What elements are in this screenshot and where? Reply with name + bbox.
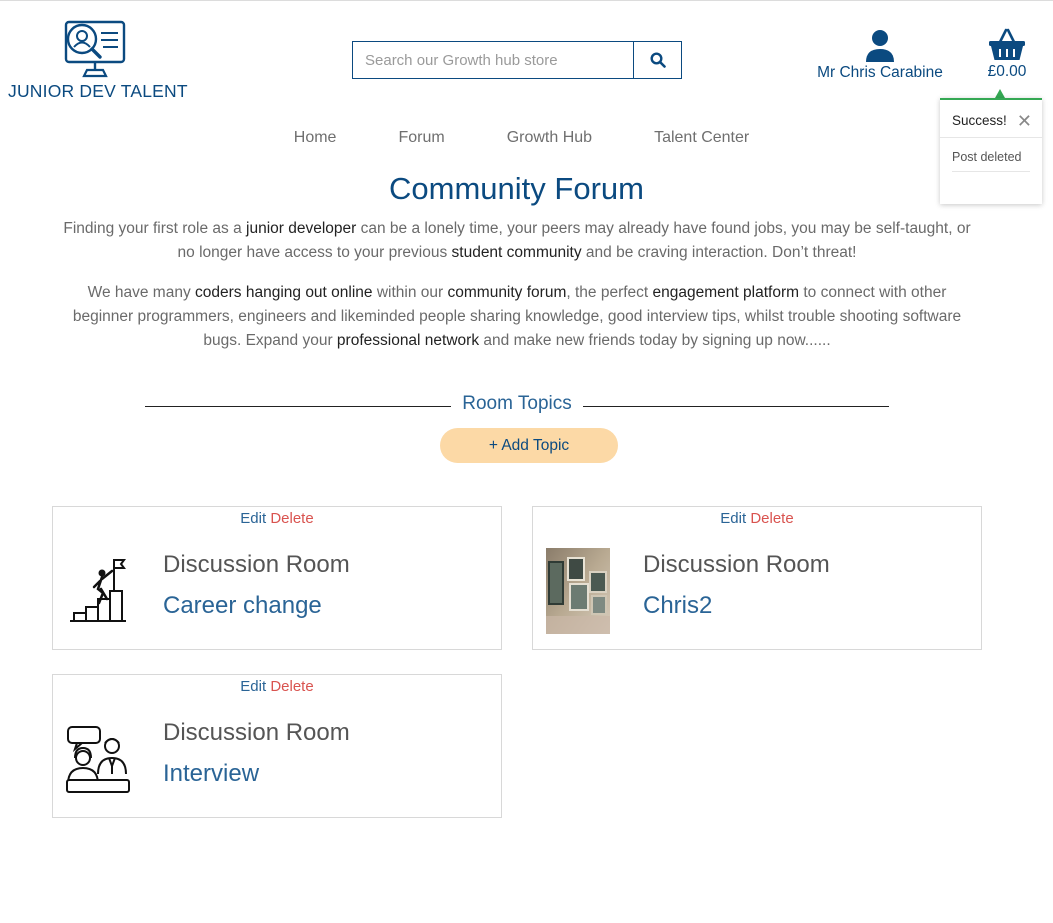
talent-search-icon [64, 20, 126, 78]
card-image [545, 548, 611, 634]
toast-title: Success! [952, 113, 1007, 128]
intro-highlight: coders hanging out online [195, 284, 373, 301]
career-climb-icon [70, 559, 126, 622]
interview-icon [66, 726, 130, 793]
main-nav: Home Forum Growth Hub Talent Center [0, 129, 1053, 147]
intro-highlight: junior developer [246, 220, 357, 237]
room-topic[interactable]: Interview [163, 760, 259, 788]
intro-text: within our [372, 284, 448, 301]
card-image [65, 717, 131, 801]
intro-highlight: student community [451, 244, 582, 261]
basket-link[interactable]: £0.00 [980, 28, 1034, 81]
room-card[interactable]: Edit Delete Discussion Room Interview [52, 674, 502, 818]
page-title: Community Forum [389, 171, 644, 206]
account-link[interactable]: Mr Chris Carabine [812, 29, 948, 82]
divider-line [145, 405, 452, 407]
card-actions: Edit Delete [53, 678, 501, 695]
site-logo[interactable]: JUNIOR DEV TALENT [8, 19, 188, 102]
room-topics-heading: Room Topics [462, 393, 572, 414]
intro-paragraph-1: Finding your first role as a junior deve… [60, 217, 974, 265]
search-bar [352, 41, 682, 79]
intro-highlight: community forum [447, 284, 567, 301]
photo-frames-image [546, 548, 610, 634]
search-button[interactable] [633, 42, 681, 78]
room-label: Discussion Room [163, 551, 350, 578]
delete-link[interactable]: Delete [270, 510, 313, 527]
search-icon [649, 52, 666, 68]
intro-text: and make new friends today by signing up… [479, 332, 831, 349]
nav-home[interactable]: Home [294, 129, 337, 147]
room-card[interactable]: Edit Delete Discussion Room Career chang… [52, 506, 502, 650]
room-label: Discussion Room [643, 551, 830, 578]
room-topic[interactable]: Chris2 [643, 592, 712, 620]
close-icon[interactable]: ✕ [1017, 112, 1032, 130]
delete-link[interactable]: Delete [750, 510, 793, 527]
intro-text: We have many [87, 284, 196, 301]
room-topic[interactable]: Career change [163, 592, 322, 620]
intro-highlight: professional network [336, 332, 480, 349]
divider-line [582, 405, 890, 407]
intro-paragraph-2: We have many coders hanging out online w… [60, 281, 974, 353]
edit-link[interactable]: Edit [720, 510, 746, 527]
room-topics-divider: Room Topics [145, 393, 890, 415]
card-actions: Edit Delete [53, 510, 501, 527]
add-topic-button[interactable]: + Add Topic [440, 428, 618, 463]
basket-total: £0.00 [987, 63, 1027, 80]
room-card[interactable]: Edit Delete Discussion Room Chris2 [532, 506, 982, 650]
nav-forum[interactable]: Forum [398, 129, 444, 147]
nav-talent-center[interactable]: Talent Center [654, 129, 749, 147]
basket-icon [989, 28, 1025, 60]
search-input[interactable] [353, 42, 633, 78]
nav-growth-hub[interactable]: Growth Hub [507, 129, 592, 147]
intro-text: , the perfect [566, 284, 653, 301]
edit-link[interactable]: Edit [240, 510, 266, 527]
user-icon [866, 30, 894, 62]
edit-link[interactable]: Edit [240, 678, 266, 695]
account-name: Mr Chris Carabine [817, 64, 943, 81]
intro-highlight: engagement platform [652, 284, 800, 301]
intro-text: and be craving interaction. Don’t threat… [581, 244, 857, 261]
toast-arrow [995, 89, 1005, 98]
intro-text: Finding your first role as a [63, 220, 247, 237]
room-label: Discussion Room [163, 719, 350, 746]
logo-text: JUNIOR DEV TALENT [8, 81, 188, 101]
delete-link[interactable]: Delete [270, 678, 313, 695]
card-actions: Edit Delete [533, 510, 981, 527]
card-image [65, 549, 131, 633]
toast-message: Post deleted [952, 150, 1030, 172]
